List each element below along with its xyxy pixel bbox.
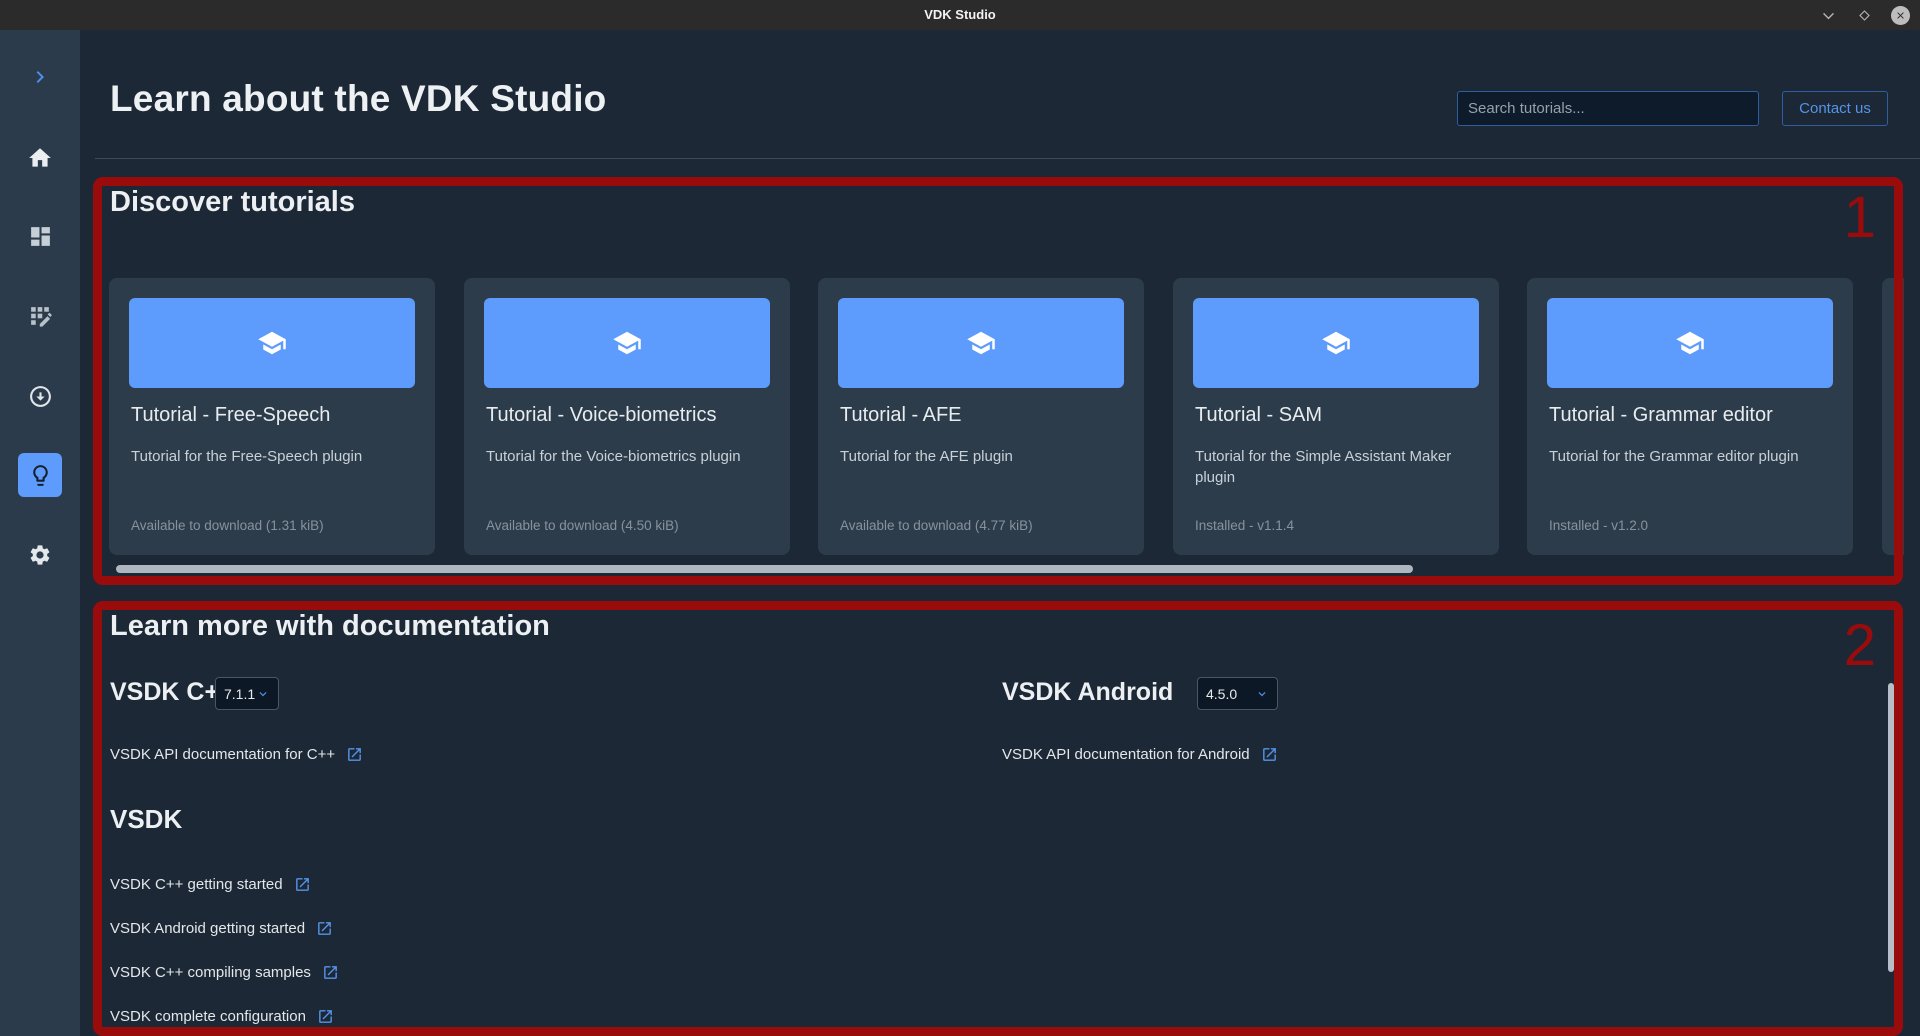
annotation-number-2: 2 — [1844, 616, 1876, 677]
tutorial-status: Installed - v1.2.0 — [1549, 518, 1648, 533]
external-link-icon — [316, 920, 333, 937]
external-link-icon — [317, 1008, 334, 1025]
vsdk-section-heading: VSDK — [110, 804, 182, 835]
doc-link-complete-configuration[interactable]: VSDK complete configuration — [110, 1008, 334, 1025]
sidebar-item-learn-selected[interactable] — [18, 453, 62, 497]
tutorials-heading: Discover tutorials — [110, 186, 355, 219]
tutorial-description: Tutorial for the AFE plugin — [840, 446, 1124, 467]
tutorial-card[interactable]: Tutorial - Grammar editor Tutorial for t… — [1527, 278, 1853, 555]
annotation-number-1: 1 — [1844, 188, 1876, 249]
horizontal-scrollbar[interactable] — [116, 565, 1413, 573]
tutorial-title: Tutorial - SAM — [1195, 404, 1322, 427]
tutorial-title: Tutorial - Free-Speech — [131, 404, 330, 427]
tutorial-banner — [129, 298, 415, 388]
sidebar-item-dashboard[interactable] — [0, 224, 80, 249]
home-icon — [27, 145, 53, 171]
doc-link-android-getting-started[interactable]: VSDK Android getting started — [110, 920, 333, 937]
tutorial-title: Tutorial - AFE — [840, 404, 962, 427]
tutorial-card[interactable]: Tutorial - AFE Tutorial for the AFE plug… — [818, 278, 1144, 555]
sidebar-item-downloads[interactable] — [0, 384, 80, 409]
app-window: VDK Studio — [0, 0, 1920, 1036]
window-controls — [1818, 0, 1910, 30]
tutorial-status: Available to download (1.31 kiB) — [131, 518, 324, 533]
tutorial-card[interactable]: Tutorial - SAM Tutorial for the Simple A… — [1173, 278, 1499, 555]
contact-us-button[interactable]: Contact us — [1782, 91, 1888, 126]
tutorial-description: Tutorial for the Grammar editor plugin — [1549, 446, 1833, 467]
download-icon — [28, 384, 53, 409]
doc-link-api-android[interactable]: VSDK API documentation for Android — [1002, 746, 1278, 763]
graduation-cap-icon — [1675, 328, 1705, 358]
chevron-down-icon — [1255, 687, 1269, 701]
doc-link-api-cpp[interactable]: VSDK API documentation for C++ — [110, 746, 363, 763]
window-title: VDK Studio — [0, 0, 1920, 30]
sidebar-expand-button[interactable] — [0, 65, 80, 89]
graduation-cap-icon — [257, 328, 287, 358]
minimize-chevron-icon[interactable] — [1818, 5, 1838, 25]
header-divider — [95, 158, 1920, 159]
annotation-box-2: 2 — [93, 601, 1903, 1036]
external-link-icon — [1261, 746, 1278, 763]
external-link-icon — [322, 964, 339, 981]
sidebar-item-settings[interactable] — [0, 543, 80, 567]
graduation-cap-icon — [966, 328, 996, 358]
close-icon[interactable] — [1890, 5, 1910, 25]
graduation-cap-icon — [612, 328, 642, 358]
vsdk-android-heading: VSDK Android — [1002, 678, 1173, 707]
dashboard-icon — [28, 224, 53, 249]
tutorial-title: Tutorial - Voice-biometrics — [486, 404, 716, 427]
page-title: Learn about the VDK Studio — [110, 78, 606, 120]
tutorial-title: Tutorial - Grammar editor — [1549, 404, 1773, 427]
tutorial-banner — [838, 298, 1124, 388]
tutorial-card[interactable]: Tutorial - Free-Speech Tutorial for the … — [109, 278, 435, 555]
gear-icon — [28, 543, 52, 567]
lightbulb-icon — [28, 463, 53, 488]
tutorial-status: Available to download (4.77 kiB) — [840, 518, 1033, 533]
grid-edit-icon — [28, 304, 53, 329]
vsdk-cpp-version-value: 7.1.1 — [224, 686, 255, 702]
vsdk-android-version-dropdown[interactable]: 4.5.0 — [1197, 677, 1278, 710]
tutorial-description: Tutorial for the Free-Speech plugin — [131, 446, 415, 467]
tutorial-banner — [1547, 298, 1833, 388]
tutorial-status: Available to download (4.50 kiB) — [486, 518, 679, 533]
search-input[interactable] — [1457, 91, 1759, 126]
tutorial-card-partial[interactable] — [1882, 278, 1904, 555]
vsdk-cpp-version-dropdown[interactable]: 7.1.1 — [215, 677, 279, 710]
tutorial-description: Tutorial for the Simple Assistant Maker … — [1195, 446, 1479, 488]
doc-link-cpp-getting-started[interactable]: VSDK C++ getting started — [110, 876, 311, 893]
external-link-icon — [294, 876, 311, 893]
sidebar — [0, 30, 80, 1036]
tutorial-card[interactable]: Tutorial - Voice-biometrics Tutorial for… — [464, 278, 790, 555]
doc-link-cpp-compiling-samples[interactable]: VSDK C++ compiling samples — [110, 964, 339, 981]
vertical-scrollbar[interactable] — [1888, 683, 1894, 972]
documentation-heading: Learn more with documentation — [110, 610, 550, 643]
tutorial-cards-row: Tutorial - Free-Speech Tutorial for the … — [80, 278, 1904, 555]
vsdk-android-version-value: 4.5.0 — [1206, 686, 1237, 702]
tutorial-banner — [1193, 298, 1479, 388]
external-link-icon — [346, 746, 363, 763]
graduation-cap-icon — [1321, 328, 1351, 358]
chevron-down-icon — [256, 687, 270, 701]
sidebar-item-projects[interactable] — [0, 304, 80, 329]
sidebar-item-home[interactable] — [0, 145, 80, 171]
maximize-diamond-icon[interactable] — [1854, 5, 1874, 25]
tutorial-description: Tutorial for the Voice-biometrics plugin — [486, 446, 770, 467]
titlebar: VDK Studio — [0, 0, 1920, 30]
tutorial-banner — [484, 298, 770, 388]
tutorial-status: Installed - v1.1.4 — [1195, 518, 1294, 533]
